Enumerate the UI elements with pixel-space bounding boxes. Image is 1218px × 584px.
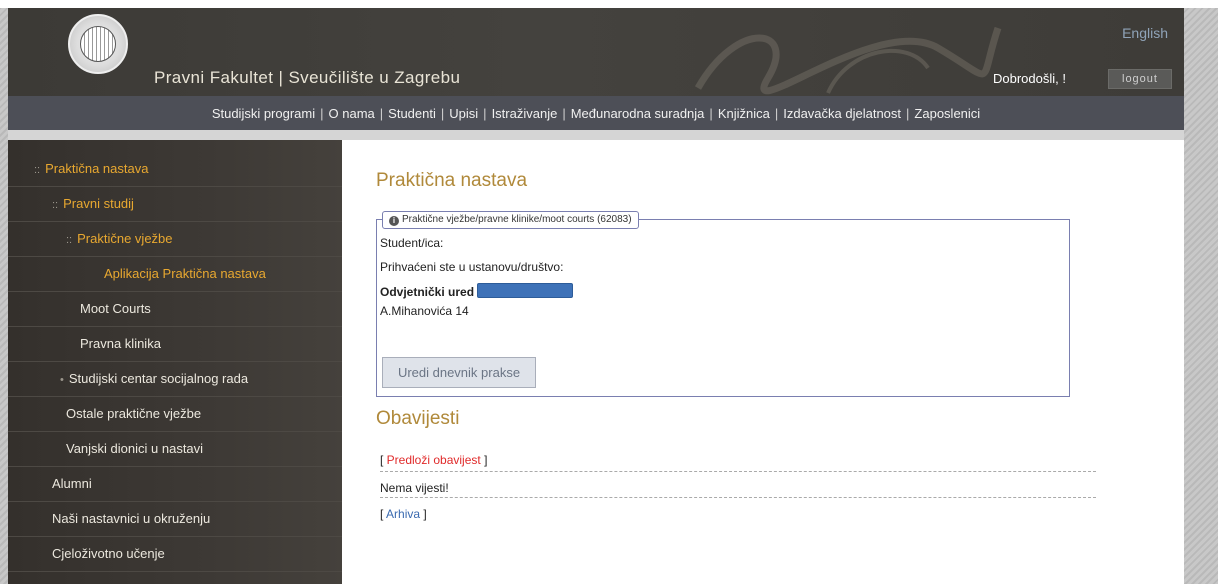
language-link[interactable]: English: [1122, 25, 1168, 41]
nav-upisi[interactable]: Upisi: [444, 106, 483, 121]
top-strip: [0, 0, 1218, 8]
sidebar-item-cjelozivotno[interactable]: Cjeloživotno učenje: [8, 537, 342, 572]
site-header: Pravni Fakultet | Sveučilište u Zagrebu …: [8, 8, 1184, 96]
sidebar-item-vanjski-dionici[interactable]: Vanjski dionici u nastavi: [8, 432, 342, 467]
office-name: Odvjetnički ured: [380, 285, 475, 299]
sidebar-item-prakticne-vjezbe[interactable]: :: Praktične vježbe: [8, 222, 342, 257]
student-label: Student/ica:: [380, 236, 444, 250]
sidebar-item-nastavnici[interactable]: Naši nastavnici u okruženju: [8, 502, 342, 537]
archive-link[interactable]: Arhiva: [386, 507, 420, 521]
submit-news-link[interactable]: Predloži obavijest: [387, 453, 481, 467]
nav-istrazivanje[interactable]: Istraživanje: [487, 106, 563, 121]
nav-medunarodna-suradnja[interactable]: Međunarodna suradnja: [566, 106, 710, 121]
sidebar-item-prakticna-nastava[interactable]: :: Praktična nastava: [8, 152, 342, 187]
sidebar-item-alumni[interactable]: Alumni: [8, 467, 342, 502]
sidebar-item-pravna-klinika[interactable]: Pravna klinika: [8, 327, 342, 362]
page-title: Praktična nastava: [376, 170, 528, 191]
decorative-border: [470, 0, 510, 8]
edit-diary-button[interactable]: Uredi dnevnik prakse: [382, 357, 536, 388]
sidebar-item-ostale-vjezbe[interactable]: Ostale praktične vježbe: [8, 397, 342, 432]
nav-zaposlenici[interactable]: Zaposlenici: [909, 106, 985, 121]
logout-button[interactable]: logout: [1108, 69, 1172, 89]
info-icon: i: [389, 216, 399, 226]
office-address: A.Mihanovića 14: [380, 304, 469, 318]
submit-news-row: [ Predloži obavijest ]: [380, 453, 1096, 472]
top-navigation: Studijski programi | O nama | Studenti | Up…: [8, 96, 1184, 130]
sidebar-item-studijski-centar[interactable]: • Studijski centar socijalnog rada: [8, 362, 342, 397]
nav-izdavacka-djelatnost[interactable]: Izdavačka djelatnost: [778, 106, 906, 121]
welcome-text: Dobrodošli, !: [993, 71, 1066, 86]
news-empty-text: Nema vijesti!: [380, 481, 1096, 498]
site-title[interactable]: Pravni Fakultet | Sveučilište u Zagrebu: [154, 68, 460, 88]
nav-studijski-programi[interactable]: Studijski programi: [207, 106, 320, 121]
accepted-text: Prihvaćeni ste u ustanovu/društvo:: [380, 260, 564, 274]
decorative-scribble: [694, 26, 1002, 95]
decorative-border: [240, 0, 350, 8]
redacted-block: [477, 283, 574, 298]
office-row: Odvjetnički ured: [380, 283, 574, 299]
header-divider: [8, 130, 1184, 140]
panel-legend: i Praktične vježbe/pravne klinike/moot co…: [382, 211, 639, 229]
university-seal-logo[interactable]: [68, 14, 128, 74]
nav-studenti[interactable]: Studenti: [383, 106, 441, 121]
decorative-border: [395, 0, 440, 8]
main-content: Praktična nastava i Praktične vježbe/prav…: [342, 140, 1184, 584]
archive-row: [ Arhiva ]: [380, 507, 427, 521]
sidebar-item-aplikacija[interactable]: Aplikacija Praktična nastava: [8, 257, 342, 292]
sidebar: :: Praktična nastava :: Pravni studij :: Pr…: [8, 140, 342, 584]
sidebar-item-pravni-studij[interactable]: :: Pravni studij: [8, 187, 342, 222]
sidebar-item-moot-courts[interactable]: Moot Courts: [8, 292, 342, 327]
news-title: Obavijesti: [376, 408, 460, 429]
decorative-border: [545, 0, 705, 8]
nav-knjiznica[interactable]: Knjižnica: [713, 106, 775, 121]
decorative-border: [0, 0, 200, 8]
nav-o-nama[interactable]: O nama: [324, 106, 380, 121]
